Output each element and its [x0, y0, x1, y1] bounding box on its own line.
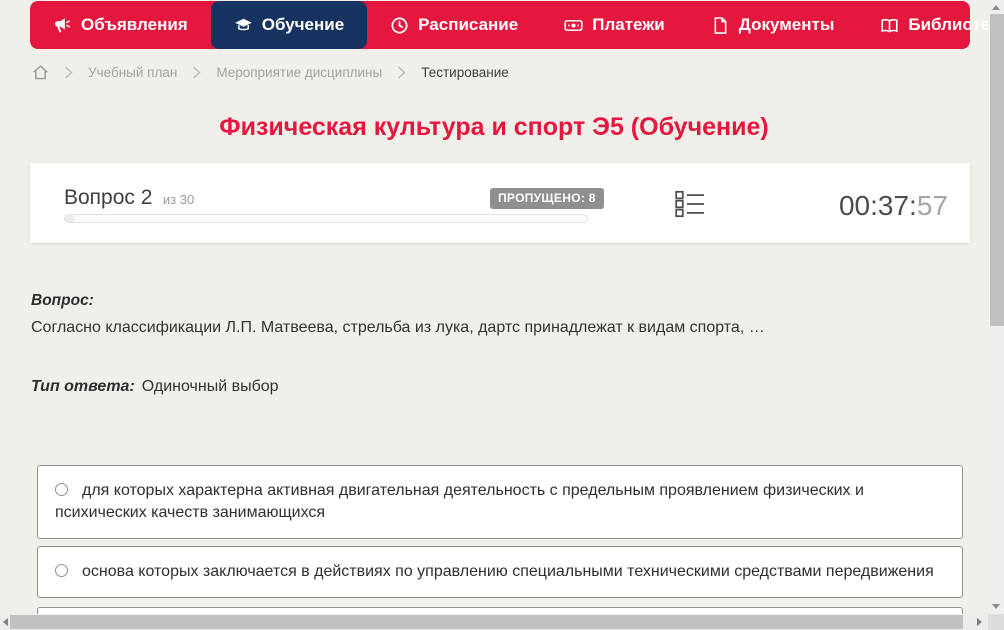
- answer-type-value: Одиночный выбор: [141, 378, 279, 395]
- graduation-cap-icon: [234, 16, 253, 35]
- answer-type-label: Тип ответа:: [31, 378, 135, 395]
- breadcrumb-testing: Тестирование: [421, 64, 509, 80]
- question-label: Вопрос:: [31, 292, 94, 309]
- banknote-icon: [564, 16, 583, 35]
- question-list-icon[interactable]: [675, 190, 705, 218]
- question-number-of: из 30: [162, 192, 195, 207]
- nav-item-library[interactable]: Библиотека: [857, 1, 1004, 49]
- document-icon: [711, 16, 730, 35]
- scroll-down-arrow-icon[interactable]: [992, 604, 1000, 609]
- nav-item-documents[interactable]: Документы: [688, 1, 858, 49]
- question-text: Согласно классификации Л.П. Матвеева, ст…: [31, 319, 765, 336]
- question-progress-bar: [64, 214, 588, 223]
- scrollbar-corner: [988, 614, 1004, 630]
- breadcrumb-discipline-event[interactable]: Мероприятие дисциплины: [216, 65, 382, 80]
- question-progress-fill: [65, 215, 76, 222]
- chevron-right-icon: [64, 65, 73, 79]
- timer: 00:37:57: [839, 190, 948, 222]
- breadcrumb-study-plan[interactable]: Учебный план: [88, 65, 177, 80]
- answer-type: Тип ответа: Одиночный выбор: [31, 378, 279, 396]
- answer-option-text: для которых характерна активная двигател…: [55, 482, 864, 521]
- nav-item-announcements[interactable]: Объявления: [30, 1, 211, 49]
- timer-seconds: 57: [916, 190, 948, 221]
- scroll-left-arrow-icon[interactable]: [3, 618, 8, 626]
- horizontal-scrollbar[interactable]: [0, 614, 988, 630]
- page-title: Физическая культура и спорт Э5 (Обучение…: [219, 113, 769, 141]
- breadcrumb: Учебный план Мероприятие дисциплины Тест…: [32, 61, 509, 83]
- answer-option-1[interactable]: для которых характерна активная двигател…: [37, 465, 963, 539]
- nav-item-label: Обучение: [261, 15, 345, 34]
- vertical-scrollbar[interactable]: [988, 0, 1004, 614]
- nav-item-payments[interactable]: Платежи: [541, 1, 688, 49]
- book-icon: [880, 16, 899, 35]
- scroll-right-arrow-icon[interactable]: [977, 618, 982, 626]
- nav-item-label: Расписание: [418, 15, 519, 34]
- megaphone-icon: [53, 16, 72, 35]
- answer-option-2[interactable]: основа которых заключается в действиях п…: [37, 546, 963, 598]
- radio-button[interactable]: [55, 564, 68, 577]
- chevron-right-icon: [397, 65, 406, 79]
- nav-item-schedule[interactable]: Расписание: [367, 1, 541, 49]
- scroll-up-arrow-icon[interactable]: [992, 5, 1000, 10]
- vertical-scrollbar-thumb[interactable]: [990, 14, 1004, 326]
- horizontal-scrollbar-thumb[interactable]: [10, 615, 963, 629]
- nav-item-label: Платежи: [592, 15, 665, 34]
- question-panel: Вопрос 2 из 30 ПРОПУЩЕНО: 8 00:37:57: [30, 163, 970, 243]
- answer-option-text: основа которых заключается в действиях п…: [82, 563, 934, 580]
- nav-item-education[interactable]: Обучение: [210, 1, 368, 49]
- question-number-main: Вопрос 2: [64, 186, 153, 209]
- question-number: Вопрос 2 из 30: [64, 186, 194, 210]
- main-navigation: Объявления Обучение Расписание Платежи Д…: [30, 1, 1004, 49]
- timer-hours-minutes: 00:37:: [838, 190, 917, 221]
- nav-item-label: Объявления: [81, 15, 188, 34]
- home-icon[interactable]: [32, 64, 49, 81]
- chevron-right-icon: [192, 65, 201, 79]
- clock-icon: [390, 16, 409, 35]
- nav-item-label: Документы: [738, 15, 835, 34]
- skipped-badge: ПРОПУЩЕНО: 8: [490, 188, 604, 209]
- radio-button[interactable]: [55, 483, 68, 496]
